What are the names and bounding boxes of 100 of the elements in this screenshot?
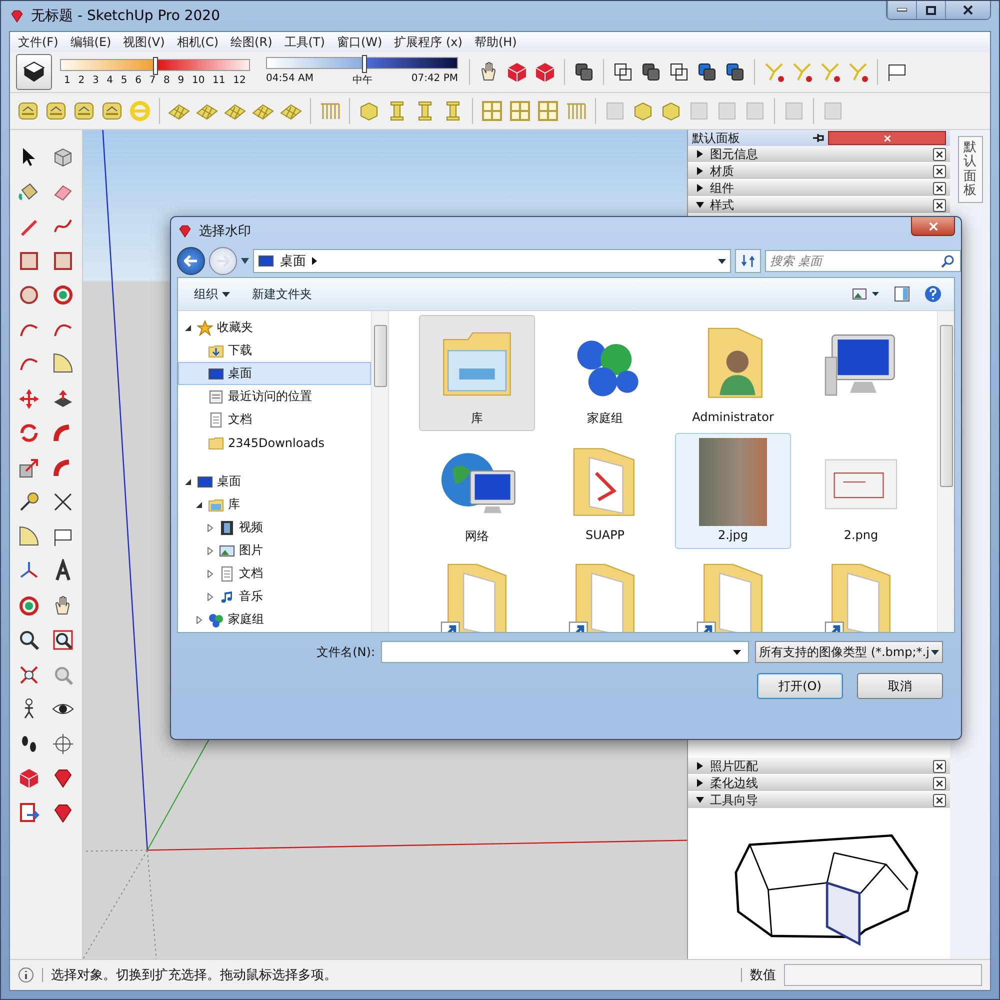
expanded-triangle-icon[interactable] [696,796,704,804]
collapsed-arrow-icon[interactable] [206,570,214,578]
scrollbar-thumb[interactable] [374,325,386,387]
panel-tray-header[interactable]: 照片匹配 [688,758,950,775]
collapsed-triangle-icon[interactable] [696,184,704,192]
orbit-icon[interactable] [17,594,41,618]
pin-icon[interactable] [812,133,824,143]
info-icon[interactable] [18,967,34,983]
collapsed-arrow-icon[interactable] [206,546,214,554]
file-item[interactable]: 2.jpg [675,433,791,549]
tray-close-button[interactable] [933,760,946,772]
solid-box-icon[interactable] [17,766,41,790]
organize-menu-button[interactable]: 组织 [190,284,234,304]
view-options-icon[interactable] [852,287,880,301]
tree-item[interactable]: 文档 [178,562,371,585]
close-button[interactable] [945,1,990,19]
tray-close-button[interactable] [933,794,946,806]
collapsed-arrow-icon[interactable] [206,592,214,600]
menu-item[interactable]: 文件(F) [12,34,64,50]
tray-title: 工具向导 [710,792,759,808]
collapsed-arrow-icon[interactable] [206,524,214,532]
minimize-button[interactable] [887,1,916,19]
menu-item[interactable]: 绘图(R) [224,34,278,50]
collapsed-arrow-icon[interactable] [195,616,203,624]
panel-tray-header[interactable]: 材质 [688,163,950,180]
picture-icon [219,542,235,558]
file-item[interactable]: 网络 [419,433,535,549]
expanded-arrow-icon[interactable] [184,478,192,486]
tree-item[interactable]: 下载 [178,339,371,362]
panel-tray-header[interactable]: 样式 [688,197,950,214]
menu-item[interactable]: 工具(T) [278,34,331,50]
zoom-window-icon[interactable] [51,628,75,652]
menu-item[interactable]: 扩展程序 (x) [388,34,468,50]
solid-box-icon[interactable] [533,60,557,84]
menu-item[interactable]: 帮助(H) [468,34,523,50]
tray-close-button[interactable] [933,182,946,194]
tree-item[interactable]: 收藏夹 [178,316,371,339]
tree-item[interactable]: 最近访问的位置 [178,385,371,408]
menu-item[interactable]: 窗口(W) [330,34,388,50]
panel-tray-header[interactable]: 组件 [688,180,950,197]
tree-item[interactable]: 桌面 [178,470,371,493]
tree-item[interactable]: 2345Downloads [178,431,371,454]
collapsed-triangle-icon[interactable] [696,762,704,770]
slider-thumb[interactable] [362,55,367,73]
tree-item[interactable]: 库 [178,493,371,516]
tray-close-button[interactable] [933,148,946,160]
tree-item[interactable]: 视频 [178,516,371,539]
cancel-button[interactable]: 取消 [857,673,943,699]
expanded-arrow-icon[interactable] [184,324,192,332]
panel-tray-header[interactable]: 工具向导 [688,792,950,809]
menu-item[interactable]: 编辑(E) [64,34,118,50]
file-item[interactable]: Administrator [675,315,791,431]
solid-box-icon[interactable] [505,60,529,84]
document-arrow-icon[interactable] [17,800,41,825]
cross-arrows-icon[interactable] [17,386,41,411]
tree-item[interactable]: 图片 [178,539,371,562]
tree-item[interactable]: 家庭组 [178,608,371,631]
expanded-arrow-icon[interactable] [195,500,203,508]
new-folder-button[interactable]: 新建文件夹 [248,284,316,304]
zoom-icon[interactable] [17,628,41,652]
shadow-toggle-button[interactable] [16,54,52,90]
collapsed-triangle-icon[interactable] [696,150,704,158]
tray-close-button[interactable] [933,164,946,178]
tree-item[interactable]: 音乐 [178,585,371,608]
menu-item[interactable]: 相机(C) [170,34,225,50]
slider-thumb[interactable] [153,56,158,74]
crosshair-icon[interactable] [51,732,75,756]
tree-item[interactable]: 文档 [178,408,371,431]
scrollbar-thumb[interactable] [940,325,952,487]
panel-side-tab[interactable]: 默认面板 [958,136,982,204]
collapsed-triangle-icon[interactable] [696,167,704,175]
value-field[interactable] [784,964,982,986]
file-item[interactable]: SUAPP [547,433,663,549]
expanded-triangle-icon[interactable] [696,201,704,209]
tray-close-button[interactable] [933,198,946,212]
refresh-button[interactable] [735,249,761,273]
panel-tray-header[interactable]: 柔化边线 [688,775,950,792]
file-name-field[interactable] [381,641,749,663]
dropdown-caret-icon[interactable] [241,258,249,264]
time-label: 07:42 PM [411,73,458,86]
help-icon[interactable] [924,285,942,303]
tray-close-button[interactable] [933,776,946,790]
panel-tray-header[interactable]: 图元信息 [688,146,950,163]
open-button[interactable]: 打开(O) [757,673,843,699]
maximize-button[interactable] [916,1,945,19]
orbit-icon[interactable] [51,283,75,308]
tree-item[interactable]: 桌面 [178,362,371,385]
file-item[interactable]: 家庭组 [547,315,663,431]
dialog-close-button[interactable] [911,217,955,236]
file-item[interactable]: 2.png [803,433,919,549]
file-item[interactable]: 库 [419,315,535,431]
menu-item[interactable]: 视图(V) [117,34,171,50]
preview-pane-icon[interactable] [894,286,910,302]
tray-title: 组件 [710,180,735,196]
search-field[interactable]: 搜索 桌面 [765,250,961,272]
file-type-dropdown[interactable]: 所有支持的图像类型 (*.bmp;*.j [755,641,943,663]
download-folder-icon [208,342,224,358]
back-button[interactable] [177,247,205,275]
address-bar[interactable]: 桌面 [253,249,731,273]
collapsed-triangle-icon[interactable] [696,779,704,787]
